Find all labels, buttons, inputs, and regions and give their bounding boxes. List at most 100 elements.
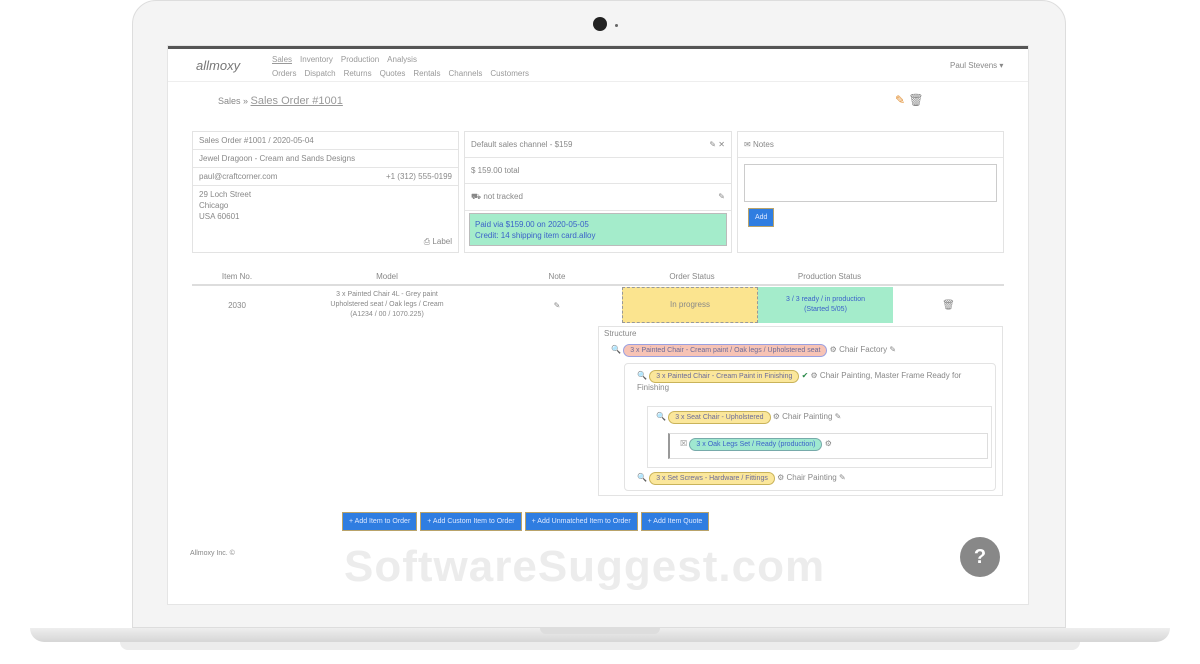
node-pill[interactable]: 3 x Set Screws - Hardware / Fittings bbox=[649, 472, 775, 485]
page-title: Sales Order #1001 bbox=[250, 95, 343, 107]
laptop-notch bbox=[540, 628, 660, 634]
production-status-badge[interactable]: 3 / 3 ready / in production (Started 5/05… bbox=[758, 287, 893, 323]
webcam bbox=[593, 17, 607, 31]
structure-subtree: 🔍 3 x Seat Chair - Upholstered ⚙ Chair P… bbox=[647, 406, 992, 468]
nav-quotes[interactable]: Quotes bbox=[380, 69, 406, 78]
nav-rentals[interactable]: Rentals bbox=[413, 69, 440, 78]
check-icon: ✔ bbox=[801, 371, 809, 380]
order-status-badge[interactable]: In progress bbox=[622, 287, 758, 323]
page-actions: ✎ 🗑 bbox=[895, 93, 924, 107]
model-line: 3 x Painted Chair 4L - Grey paint bbox=[336, 291, 438, 298]
edit-icon[interactable]: ✎ bbox=[895, 93, 905, 107]
col-model: Model bbox=[376, 272, 398, 281]
col-order-status: Order Status bbox=[669, 272, 715, 281]
footer-text: Allmoxy Inc. © bbox=[190, 550, 235, 557]
nav-production[interactable]: Production bbox=[341, 55, 379, 64]
order-header: Sales Order #1001 / 2020-05-04 bbox=[193, 132, 458, 150]
app-screen: allmoxy Sales Inventory Production Analysis… bbox=[167, 45, 1029, 605]
nav-sales[interactable]: Sales bbox=[272, 55, 292, 64]
user-name: Paul Stevens bbox=[950, 61, 998, 70]
table-row: 2030 3 x Painted Chair 4L - Grey paint Up… bbox=[192, 287, 1004, 323]
payment-note: Paid via $159.00 on 2020-05-05 Credit: 14… bbox=[469, 213, 727, 246]
nav-dispatch[interactable]: Dispatch bbox=[304, 69, 335, 78]
nav-customers[interactable]: Customers bbox=[490, 69, 529, 78]
node-pill[interactable]: 3 x Oak Legs Set / Ready (production) bbox=[689, 438, 823, 451]
structure-node: 🔍 3 x Seat Chair - Upholstered ⚙ Chair P… bbox=[656, 411, 841, 424]
node-pill[interactable]: 3 x Seat Chair - Upholstered bbox=[668, 411, 771, 424]
node-status: Chair Painting bbox=[786, 473, 837, 482]
address-line: Chicago bbox=[199, 201, 229, 210]
structure-node: 🔍 3 x Set Screws - Hardware / Fittings ⚙… bbox=[637, 472, 846, 485]
structure-node: ☒ 3 x Oak Legs Set / Ready (production) … bbox=[668, 433, 988, 459]
add-unmatched-item-button[interactable]: + Add Unmatched Item to Order bbox=[524, 512, 638, 531]
label-text: Label bbox=[432, 237, 452, 246]
shipping-row: ⛟ not tracked ✎ bbox=[465, 184, 731, 211]
user-menu[interactable]: Paul Stevens ▾ bbox=[950, 61, 1003, 70]
node-status: Chair Painting bbox=[782, 412, 833, 421]
address: 29 Loch Street Chicago USA 60601 bbox=[193, 186, 458, 225]
secondary-nav: Orders Dispatch Returns Quotes Rentals Channe… bbox=[272, 69, 537, 78]
table-header: Item No. Model Note Order Status Product… bbox=[192, 272, 1004, 286]
nav-analysis[interactable]: Analysis bbox=[387, 55, 417, 64]
address-line: 29 Loch Street bbox=[199, 190, 252, 199]
add-custom-item-button[interactable]: + Add Custom Item to Order bbox=[420, 512, 522, 531]
note-edit-icon[interactable]: ✎ bbox=[492, 301, 622, 310]
breadcrumb: Sales » Sales Order #1001 bbox=[218, 95, 343, 107]
nav-orders[interactable]: Orders bbox=[272, 69, 296, 78]
model-cell: 3 x Painted Chair 4L - Grey paint Upholst… bbox=[282, 290, 492, 320]
notes-header: ✉ Notes bbox=[738, 132, 1003, 158]
help-button[interactable]: ? bbox=[960, 537, 1000, 577]
nav-inventory[interactable]: Inventory bbox=[300, 55, 333, 64]
customer-phone: +1 (312) 555-0199 bbox=[385, 172, 452, 181]
notes-title: Notes bbox=[752, 140, 774, 149]
col-production-status: Production Status bbox=[797, 272, 862, 281]
node-status: Chair Factory bbox=[839, 345, 888, 354]
structure-panel: Structure 🔍 3 x Painted Chair - Cream pa… bbox=[598, 326, 1003, 496]
print-icon: ⎙ bbox=[423, 237, 431, 246]
structure-title: Structure bbox=[604, 329, 637, 338]
production-status-line: (Started 5/05) bbox=[804, 306, 847, 313]
total: $ 159.00 total bbox=[465, 158, 731, 184]
truck-icon: ⛟ bbox=[471, 192, 482, 201]
nav-channels[interactable]: Channels bbox=[449, 69, 483, 78]
label-link[interactable]: ⎙ Label bbox=[424, 237, 452, 247]
edit-icon[interactable]: ✎ bbox=[718, 192, 725, 201]
node-pill[interactable]: 3 x Painted Chair - Cream paint / Oak le… bbox=[623, 344, 828, 357]
primary-nav: Sales Inventory Production Analysis bbox=[272, 55, 425, 64]
payment-note-line[interactable]: Paid via $159.00 on 2020-05-05 bbox=[475, 219, 721, 230]
breadcrumb-parent[interactable]: Sales bbox=[218, 96, 241, 106]
payment-card: Default sales channel - $159 ✎ ✕ $ 159.00… bbox=[464, 131, 732, 253]
order-card: Sales Order #1001 / 2020-05-04 Jewel Dra… bbox=[192, 131, 459, 253]
address-line: USA 60601 bbox=[199, 212, 240, 221]
top-nav: allmoxy Sales Inventory Production Analysis… bbox=[168, 46, 1028, 82]
trash-icon[interactable]: 🗑 bbox=[908, 93, 923, 107]
add-item-quote-button[interactable]: + Add Item Quote bbox=[640, 512, 710, 531]
delete-row-icon[interactable]: 🗑 bbox=[893, 300, 1004, 311]
item-no: 2030 bbox=[228, 300, 246, 310]
shipping-status: not tracked bbox=[483, 192, 523, 201]
model-line: Upholstered seat / Oak legs / Cream bbox=[330, 301, 444, 308]
edit-icon[interactable]: ✎ ✕ bbox=[709, 140, 725, 149]
model-line: (A1234 / 00 / 1070.225) bbox=[350, 311, 424, 318]
logo: allmoxy bbox=[196, 58, 241, 73]
col-note: Note bbox=[548, 272, 566, 281]
action-buttons: + Add Item to Order + Add Custom Item to … bbox=[342, 512, 712, 531]
add-item-button[interactable]: + Add Item to Order bbox=[342, 512, 418, 531]
structure-node: 🔍 3 x Painted Chair - Cream paint / Oak … bbox=[611, 344, 896, 357]
notes-textarea[interactable] bbox=[744, 164, 997, 202]
notes-card: ✉ Notes Add bbox=[737, 131, 1004, 253]
webcam-light bbox=[615, 24, 618, 27]
channel-row: Default sales channel - $159 ✎ ✕ bbox=[465, 132, 731, 158]
customer-email[interactable]: paul@craftcorner.com bbox=[199, 172, 277, 181]
node-pill[interactable]: 3 x Painted Chair - Cream Paint in Finis… bbox=[649, 370, 800, 383]
channel-label: Default sales channel - $159 bbox=[471, 140, 573, 149]
structure-subtree: 🔍 3 x Painted Chair - Cream Paint in Fin… bbox=[624, 363, 996, 491]
payment-note-line[interactable]: Credit: 14 shipping item card.alloy bbox=[475, 230, 721, 241]
laptop-foot bbox=[120, 642, 1080, 650]
add-note-button[interactable]: Add bbox=[748, 208, 775, 227]
nav-returns[interactable]: Returns bbox=[344, 69, 372, 78]
production-status-line: 3 / 3 ready / in production bbox=[786, 296, 865, 303]
col-item: Item No. bbox=[221, 272, 253, 281]
watermark: SoftwareSuggest.com bbox=[344, 542, 826, 591]
customer-name[interactable]: Jewel Dragoon - Cream and Sands Designs bbox=[193, 150, 458, 168]
